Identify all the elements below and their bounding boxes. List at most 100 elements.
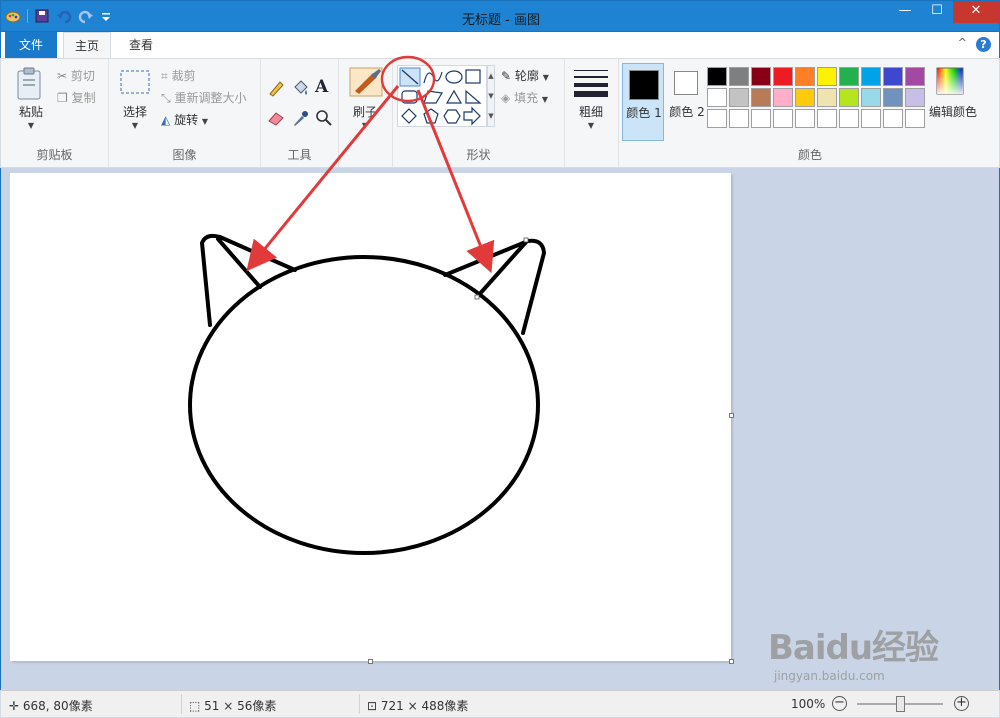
palette-swatch[interactable] xyxy=(729,67,749,86)
magnifier-icon[interactable] xyxy=(315,109,333,130)
help-icon[interactable]: ? xyxy=(976,37,991,52)
line-endpoint-handle[interactable] xyxy=(523,237,529,243)
palette-swatch[interactable] xyxy=(729,88,749,107)
paste-dropdown-icon[interactable]: ▼ xyxy=(9,121,53,130)
paste-button[interactable] xyxy=(15,67,49,104)
size-button[interactable] xyxy=(573,69,609,100)
palette-swatch[interactable] xyxy=(839,88,859,107)
canvas-workspace xyxy=(0,168,1000,690)
palette-swatch[interactable] xyxy=(905,109,925,128)
select-button[interactable] xyxy=(119,69,151,98)
line-endpoint-handle[interactable] xyxy=(474,294,480,300)
collapse-ribbon-icon[interactable]: ^ xyxy=(958,36,967,49)
palette-swatch[interactable] xyxy=(729,109,749,128)
brushes-button[interactable] xyxy=(349,67,383,100)
palette-swatch[interactable] xyxy=(905,88,925,107)
palette-swatch[interactable] xyxy=(839,109,859,128)
brushes-dropdown-icon[interactable]: ▼ xyxy=(343,121,387,130)
shape-right-triangle-icon[interactable] xyxy=(465,89,482,104)
tab-file[interactable]: 文件 xyxy=(5,32,57,58)
palette-swatch[interactable] xyxy=(883,88,903,107)
fill-label: 填充 xyxy=(514,91,539,105)
color1-button[interactable]: 颜色 1 xyxy=(622,63,664,141)
palette-swatch[interactable] xyxy=(861,88,881,107)
edit-colors-button[interactable] xyxy=(935,67,965,98)
copy-label: 复制 xyxy=(71,91,96,105)
palette-swatch[interactable] xyxy=(795,67,815,86)
palette-swatch[interactable] xyxy=(751,67,771,86)
copy-button[interactable]: ❐ 复制 xyxy=(57,89,96,106)
fill-icon: ◈ xyxy=(501,91,511,105)
text-tool-icon[interactable]: A xyxy=(315,77,328,97)
palette-swatch[interactable] xyxy=(883,67,903,86)
palette-swatch[interactable] xyxy=(707,109,727,128)
shape-arrow-icon[interactable] xyxy=(463,106,481,126)
fill-dropdown-icon[interactable]: ▼ xyxy=(542,95,548,104)
palette-swatch[interactable] xyxy=(773,88,793,107)
resize-handle-bottom[interactable] xyxy=(368,659,373,664)
edit-colors-icon xyxy=(936,67,964,95)
size-dropdown-icon[interactable]: ▼ xyxy=(569,121,613,130)
zoom-in-icon[interactable]: + xyxy=(954,696,969,711)
palette-swatch[interactable] xyxy=(773,67,793,86)
palette-swatch[interactable] xyxy=(883,109,903,128)
select-dropdown-icon[interactable]: ▼ xyxy=(115,121,155,130)
group-image: 选择 ▼ ⌗ 裁剪 ⤡ 重新调整大小 ◭ 旋转 ▼ 图像 xyxy=(109,59,261,167)
image-size-icon: ⊡ xyxy=(367,699,378,713)
rotate-dropdown-icon[interactable]: ▼ xyxy=(202,117,208,126)
resize-handle-corner[interactable] xyxy=(729,659,734,664)
palette-swatch[interactable] xyxy=(795,109,815,128)
outline-dropdown-icon[interactable]: ▼ xyxy=(543,73,549,82)
group-colors: 颜色 1 颜色 2 编辑颜色 颜色 xyxy=(619,59,1000,167)
crop-button[interactable]: ⌗ 裁剪 xyxy=(161,67,196,84)
palette-swatch[interactable] xyxy=(861,67,881,86)
resize-button[interactable]: ⤡ 重新调整大小 xyxy=(161,89,246,106)
palette-swatch[interactable] xyxy=(817,88,837,107)
outline-button[interactable]: ✎ 轮廓 ▼ xyxy=(501,67,549,84)
rotate-icon: ◭ xyxy=(161,113,171,127)
palette-swatch[interactable] xyxy=(773,109,793,128)
palette-swatch[interactable] xyxy=(861,109,881,128)
palette-swatch[interactable] xyxy=(751,109,771,128)
tab-view[interactable]: 查看 xyxy=(117,32,165,58)
cut-button[interactable]: ✂ 剪切 xyxy=(57,67,95,84)
right-ear-outline xyxy=(443,238,546,335)
shape-triangle-icon[interactable] xyxy=(445,89,463,104)
shape-hexagon-icon[interactable] xyxy=(443,109,461,124)
resize-handle-right[interactable] xyxy=(729,413,734,418)
fill-button[interactable]: ◈ 填充 ▼ xyxy=(501,89,548,106)
shape-diamond-icon[interactable] xyxy=(401,108,417,124)
maximize-button[interactable]: ☐ xyxy=(921,1,953,23)
palette-swatch[interactable] xyxy=(905,67,925,86)
shape-rectangle-icon[interactable] xyxy=(465,69,481,84)
ribbon: 粘贴 ▼ ✂ 剪切 ❐ 复制 剪贴板 选择 ▼ ⌗ 裁剪 ⤡ 重新调整大小 ◭ … xyxy=(0,55,1000,168)
status-separator xyxy=(181,694,182,714)
rotate-button[interactable]: ◭ 旋转 ▼ xyxy=(161,111,208,128)
palette-swatch[interactable] xyxy=(839,67,859,86)
palette-swatch[interactable] xyxy=(707,88,727,107)
outline-label: 轮廓 xyxy=(514,69,539,83)
close-button[interactable]: ✕ xyxy=(953,1,999,23)
eraser-icon[interactable] xyxy=(267,109,285,130)
minimize-button[interactable]: — xyxy=(889,1,921,23)
color1-label: 颜色 1 xyxy=(626,106,662,120)
palette-swatch[interactable] xyxy=(795,88,815,107)
shapes-gallery-scroll[interactable]: ▲ ▼ ▼ xyxy=(487,65,495,127)
palette-swatch[interactable] xyxy=(817,67,837,86)
resize-icon: ⤡ xyxy=(161,91,171,105)
fill-bucket-icon[interactable] xyxy=(291,79,309,100)
size-label: 粗细 xyxy=(578,105,603,119)
palette-swatch[interactable] xyxy=(817,109,837,128)
pencil-icon[interactable] xyxy=(267,79,285,100)
color2-button[interactable]: 颜色 2 xyxy=(666,63,708,141)
drawing-canvas[interactable] xyxy=(10,173,734,664)
tab-home[interactable]: 主页 xyxy=(63,32,111,58)
zoom-out-icon[interactable]: − xyxy=(832,696,847,711)
color-picker-icon[interactable] xyxy=(291,109,309,130)
zoom-slider-thumb[interactable] xyxy=(896,696,905,712)
palette-swatch[interactable] xyxy=(751,88,771,107)
palette-swatch[interactable] xyxy=(707,67,727,86)
shape-pentagon-icon[interactable] xyxy=(423,108,439,124)
shape-oval-icon[interactable] xyxy=(445,70,463,84)
crop-icon: ⌗ xyxy=(161,69,168,83)
